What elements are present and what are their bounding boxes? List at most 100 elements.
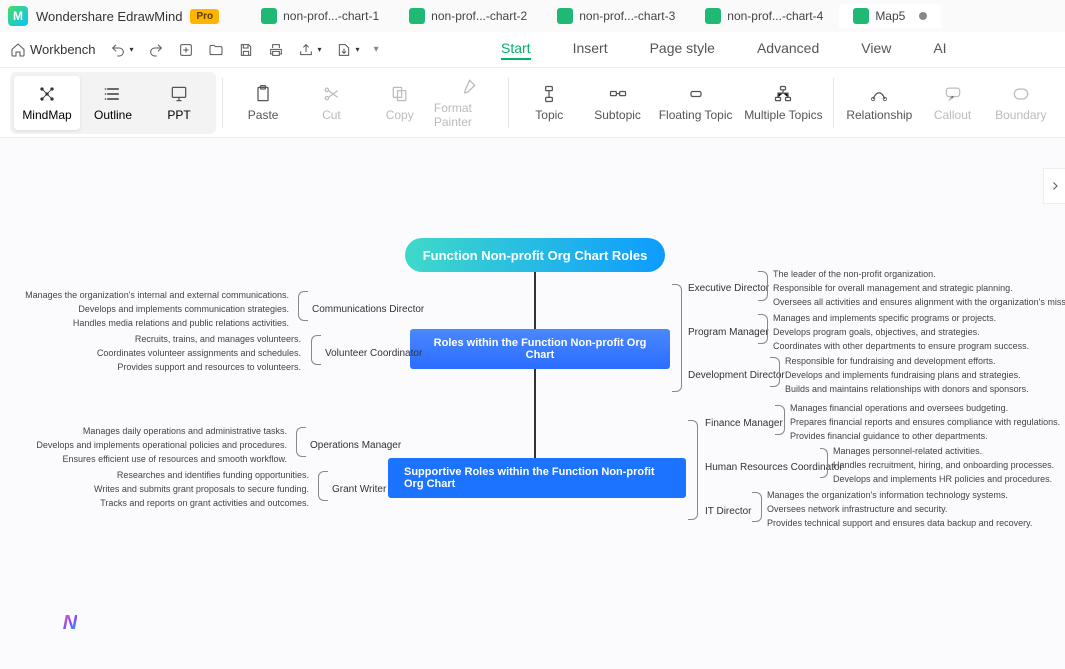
detail[interactable]: Develops and implements operational poli… [36, 440, 287, 450]
tab-label: non-prof...-chart-4 [727, 9, 823, 23]
main-topic-supportive[interactable]: Supportive Roles within the Function Non… [388, 458, 686, 498]
tab-chart-1[interactable]: non-prof...-chart-1 [247, 4, 393, 28]
bracket-icon [820, 448, 828, 478]
detail[interactable]: Ensures efficient use of resources and s… [63, 454, 287, 464]
tab-chart-3[interactable]: non-prof...-chart-3 [543, 4, 689, 28]
new-button[interactable] [178, 42, 194, 58]
sub-finance-manager[interactable]: Finance Manager [705, 418, 783, 429]
menu-ai[interactable]: AI [933, 40, 946, 60]
tab-map5[interactable]: Map5 [839, 4, 941, 28]
undo-button[interactable]: ▾ [110, 42, 134, 58]
main-topic-roles[interactable]: Roles within the Function Non-profit Org… [410, 329, 670, 369]
detail[interactable]: Responsible for fundraising and developm… [785, 356, 995, 366]
detail[interactable]: Handles media relations and public relat… [73, 318, 289, 328]
tab-chart-2[interactable]: non-prof...-chart-2 [395, 4, 541, 28]
sub-comm-director[interactable]: Communications Director [312, 304, 424, 315]
side-panel-toggle[interactable] [1043, 168, 1065, 204]
sub-ops-manager[interactable]: Operations Manager [310, 440, 401, 451]
chevron-down-icon: ▾ [318, 45, 322, 54]
plus-doc-icon [178, 42, 194, 58]
sub-it-director[interactable]: IT Director [705, 506, 752, 517]
detail[interactable]: Responsible for overall management and s… [773, 283, 1013, 293]
view-outline[interactable]: Outline [80, 76, 146, 130]
relationship-button[interactable]: Relationship [840, 73, 918, 133]
detail[interactable]: The leader of the non-profit organizatio… [773, 269, 936, 279]
menu-page-style[interactable]: Page style [650, 40, 715, 60]
detail[interactable]: Builds and maintains relationships with … [785, 384, 1029, 394]
menu-advanced[interactable]: Advanced [757, 40, 819, 60]
detail[interactable]: Writes and submits grant proposals to se… [94, 484, 309, 494]
export-icon [336, 42, 352, 58]
sub-volunteer-coord[interactable]: Volunteer Coordinator [325, 348, 422, 359]
cut-button[interactable]: Cut [297, 73, 365, 133]
tab-label: non-prof...-chart-3 [579, 9, 675, 23]
detail[interactable]: Handles recruitment, hiring, and onboard… [833, 460, 1054, 470]
detail[interactable]: Manages daily operations and administrat… [83, 426, 287, 436]
detail[interactable]: Tracks and reports on grant activities a… [100, 498, 309, 508]
menu-insert[interactable]: Insert [573, 40, 608, 60]
ai-assistant-button[interactable]: N [44, 597, 96, 649]
sub-grant-writer[interactable]: Grant Writer [332, 484, 386, 495]
detail[interactable]: Manages financial operations and oversee… [790, 403, 1008, 413]
detail[interactable]: Coordinates with other departments to en… [773, 341, 1029, 351]
detail[interactable]: Coordinates volunteer assignments and sc… [97, 348, 301, 358]
app-name: Wondershare EdrawMind [36, 9, 182, 24]
detail[interactable]: Provides financial guidance to other dep… [790, 431, 988, 441]
folder-icon [208, 42, 224, 58]
view-ppt[interactable]: PPT [146, 76, 212, 130]
detail[interactable]: Provides technical support and ensures d… [767, 518, 1033, 528]
detail[interactable]: Develops and implements communication st… [78, 304, 289, 314]
detail[interactable]: Develops and implements fundraising plan… [785, 370, 1021, 380]
detail[interactable]: Develops program goals, objectives, and … [773, 327, 980, 337]
floating-topic-button[interactable]: Floating Topic [652, 73, 740, 133]
detail[interactable]: Prepares financial reports and ensures c… [790, 417, 1060, 427]
canvas[interactable]: Function Non-profit Org Chart Roles Role… [0, 138, 1065, 669]
open-button[interactable] [208, 42, 224, 58]
detail[interactable]: Oversees network infrastructure and secu… [767, 504, 947, 514]
workbench-button[interactable]: Workbench [10, 42, 96, 58]
detail[interactable]: Oversees all activities and ensures alig… [773, 297, 1065, 307]
detail[interactable]: Manages the organization's internal and … [25, 290, 289, 300]
detail[interactable]: Manages the organization's information t… [767, 490, 1008, 500]
subtopic-button[interactable]: Subtopic [583, 73, 651, 133]
mindmap-icon [37, 84, 57, 104]
format-painter-button[interactable]: Format Painter [434, 73, 502, 133]
bracket-icon [311, 335, 321, 365]
redo-button[interactable] [148, 42, 164, 58]
detail[interactable]: Recruits, trains, and manages volunteers… [135, 334, 301, 344]
menu-start[interactable]: Start [501, 40, 531, 60]
save-button[interactable] [238, 42, 254, 58]
paste-button[interactable]: Paste [229, 73, 297, 133]
ribbon-label: Floating Topic [659, 108, 733, 122]
bracket-icon [775, 405, 785, 435]
topic-button[interactable]: Topic [515, 73, 583, 133]
redo-icon [148, 42, 164, 58]
view-mindmap[interactable]: MindMap [14, 76, 80, 130]
bracket-icon [758, 314, 768, 344]
sub-exec-director[interactable]: Executive Director [688, 283, 769, 294]
detail[interactable]: Provides support and resources to volunt… [117, 362, 301, 372]
boundary-button[interactable]: Boundary [987, 73, 1055, 133]
outline-icon [103, 84, 123, 104]
chevron-down-icon[interactable]: ▾ [374, 44, 379, 55]
detail[interactable]: Manages personnel-related activities. [833, 446, 982, 456]
detail[interactable]: Manages and implements specific programs… [773, 313, 996, 323]
chevron-right-icon [1049, 180, 1061, 192]
sub-program-manager[interactable]: Program Manager [688, 327, 769, 338]
multiple-topics-button[interactable]: Multiple Topics [740, 73, 828, 133]
callout-button[interactable]: Callout [918, 73, 986, 133]
print-button[interactable] [268, 42, 284, 58]
detail[interactable]: Develops and implements HR policies and … [833, 474, 1052, 484]
export-button[interactable]: ▾ [336, 42, 360, 58]
share-button[interactable]: ▾ [298, 42, 322, 58]
detail[interactable]: Researches and identifies funding opport… [117, 470, 309, 480]
copy-button[interactable]: Copy [366, 73, 434, 133]
callout-icon [943, 84, 963, 104]
root-node[interactable]: Function Non-profit Org Chart Roles [405, 238, 665, 272]
bracket-icon [298, 291, 308, 321]
doc-icon [705, 8, 721, 24]
tab-chart-4[interactable]: non-prof...-chart-4 [691, 4, 837, 28]
share-icon [298, 42, 314, 58]
relationship-icon [869, 84, 889, 104]
menu-view[interactable]: View [861, 40, 891, 60]
